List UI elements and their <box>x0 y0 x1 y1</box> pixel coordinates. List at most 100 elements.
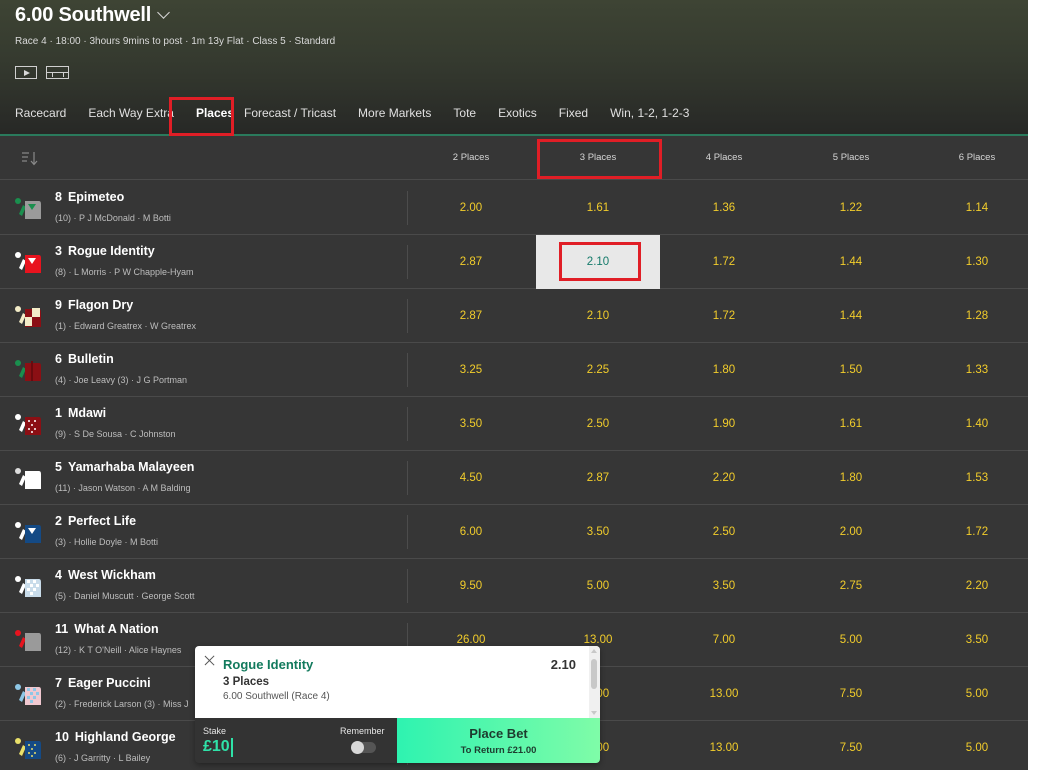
odds-button[interactable]: 2.20 <box>662 451 786 505</box>
tab-more-markets[interactable]: More Markets <box>358 106 431 120</box>
odds-button[interactable]: 1.44 <box>789 235 913 289</box>
tab-forecast-tricast[interactable]: Forecast / Tricast <box>244 106 336 120</box>
odds-button[interactable]: 5.00 <box>536 559 660 613</box>
runner-name[interactable]: 1 Mdawi <box>55 406 106 420</box>
odds-button[interactable]: 6.00 <box>409 505 533 559</box>
stake-input[interactable] <box>203 738 273 756</box>
odds-button[interactable]: 1.28 <box>915 289 1028 343</box>
odds-button[interactable]: 7.50 <box>789 721 913 770</box>
odds-button[interactable]: 2.87 <box>536 451 660 505</box>
odds-button[interactable]: 7.00 <box>662 613 786 667</box>
divider <box>407 407 408 441</box>
odds-button[interactable]: 1.14 <box>915 181 1028 235</box>
odds-button[interactable]: 1.80 <box>662 343 786 397</box>
odds-button[interactable]: 2.00 <box>409 181 533 235</box>
runner-name[interactable]: 10 Highland George <box>55 730 176 744</box>
scroll-up-icon[interactable] <box>591 649 597 653</box>
odds-button[interactable]: 1.50 <box>789 343 913 397</box>
odds-button[interactable]: 2.00 <box>789 505 913 559</box>
runner-number: 10 <box>55 730 69 744</box>
odds-button[interactable]: 5.00 <box>915 667 1028 721</box>
sort-icon[interactable] <box>21 150 39 166</box>
runner-name-text: Highland George <box>74 730 176 744</box>
runner-details: (10) · P J McDonald · M Botti <box>55 213 171 223</box>
runner-name[interactable]: 6 Bulletin <box>55 352 114 366</box>
odds-button[interactable]: 2.87 <box>409 289 533 343</box>
odds-button[interactable]: 2.10 <box>536 289 660 343</box>
odds-button[interactable]: 2.50 <box>536 397 660 451</box>
odds-button[interactable]: 1.30 <box>915 235 1028 289</box>
tab-places[interactable]: Places <box>196 106 234 120</box>
runner-name[interactable]: 2 Perfect Life <box>55 514 136 528</box>
jockey-silk-icon <box>14 304 42 328</box>
runner-number: 9 <box>55 298 62 312</box>
odds-button[interactable]: 1.40 <box>915 397 1028 451</box>
runner-name[interactable]: 4 West Wickham <box>55 568 156 582</box>
odds-button[interactable]: 1.72 <box>662 289 786 343</box>
race-title-dropdown[interactable]: 6.00 Southwell <box>15 4 171 27</box>
runner-name[interactable]: 9 Flagon Dry <box>55 298 133 312</box>
odds-button[interactable]: 1.72 <box>915 505 1028 559</box>
odds-button[interactable]: 2.10 <box>536 235 660 289</box>
race-track-icon[interactable] <box>46 66 69 79</box>
odds-button[interactable]: 1.53 <box>915 451 1028 505</box>
runner-name[interactable]: 3 Rogue Identity <box>55 244 155 258</box>
odds-button[interactable]: 2.50 <box>662 505 786 559</box>
tab-tote[interactable]: Tote <box>453 106 476 120</box>
odds-button[interactable]: 7.50 <box>789 667 913 721</box>
divider <box>407 191 408 225</box>
remember-toggle[interactable] <box>351 741 376 754</box>
odds-button[interactable]: 3.25 <box>409 343 533 397</box>
tab-fixed[interactable]: Fixed <box>559 106 588 120</box>
runner-row: 2 Perfect Life (3) · Hollie Doyle · M Bot… <box>0 505 1028 559</box>
odds-button[interactable]: 1.33 <box>915 343 1028 397</box>
odds-button[interactable]: 2.75 <box>789 559 913 613</box>
odds-button[interactable]: 1.72 <box>662 235 786 289</box>
odds-button[interactable]: 1.36 <box>662 181 786 235</box>
scroll-down-icon[interactable] <box>591 711 597 715</box>
runner-name-text: Flagon Dry <box>67 298 134 312</box>
odds-button[interactable]: 4.50 <box>409 451 533 505</box>
runner-name[interactable]: 11 What A Nation <box>55 622 159 636</box>
odds-button[interactable]: 13.00 <box>662 721 786 770</box>
tab-win-forecast[interactable]: Win, 1-2, 1-2-3 <box>610 106 689 120</box>
odds-button[interactable]: 3.50 <box>409 397 533 451</box>
odds-button[interactable]: 2.87 <box>409 235 533 289</box>
odds-button[interactable]: 3.50 <box>915 613 1028 667</box>
chevron-down-icon[interactable] <box>157 6 171 19</box>
odds-button[interactable]: 1.80 <box>789 451 913 505</box>
runner-name[interactable]: 5 Yamarhaba Malayeen <box>55 460 194 474</box>
market-tabs: Racecard Each Way Extra Places Forecast … <box>15 106 711 120</box>
odds-button[interactable]: 13.00 <box>662 667 786 721</box>
odds-button[interactable]: 1.61 <box>789 397 913 451</box>
odds-button[interactable]: 1.22 <box>789 181 913 235</box>
odds-button[interactable]: 5.00 <box>789 613 913 667</box>
tab-racecard[interactable]: Racecard <box>15 106 66 120</box>
runner-row: 9 Flagon Dry (1) · Edward Greatrex · W Gr… <box>0 289 1028 343</box>
odds-button[interactable]: 1.90 <box>662 397 786 451</box>
race-meta: Race 4 · 18:00 · 3hours 9mins to post · … <box>15 36 336 47</box>
runner-name-text: What A Nation <box>74 622 159 636</box>
play-video-icon[interactable] <box>15 66 37 79</box>
odds-button[interactable]: 1.44 <box>789 289 913 343</box>
odds-button[interactable]: 3.50 <box>536 505 660 559</box>
odds-button[interactable]: 2.20 <box>915 559 1028 613</box>
tab-each-way-extra[interactable]: Each Way Extra <box>88 106 174 120</box>
runner-name[interactable]: 7 Eager Puccini <box>55 676 151 690</box>
close-icon[interactable] <box>204 655 215 666</box>
runner-name[interactable]: 8 Epimeteo <box>55 190 124 204</box>
odds-button[interactable]: 9.50 <box>409 559 533 613</box>
odds-button[interactable]: 2.25 <box>536 343 660 397</box>
racecard-app: 6.00 Southwell Race 4 · 18:00 · 3hours 9… <box>0 0 1028 770</box>
tab-exotics[interactable]: Exotics <box>498 106 537 120</box>
odds-button[interactable]: 3.50 <box>662 559 786 613</box>
betslip-scrollbar[interactable] <box>589 646 600 718</box>
place-bet-button[interactable]: Place Bet To Return £21.00 <box>397 718 600 763</box>
odds-button[interactable]: 5.00 <box>915 721 1028 770</box>
runner-name-text: West Wickham <box>67 568 156 582</box>
odds-button[interactable]: 1.61 <box>536 181 660 235</box>
runner-row: 6 Bulletin (4) · Joe Leavy (3) · J G Port… <box>0 343 1028 397</box>
runner-details: (1) · Edward Greatrex · W Greatrex <box>55 321 197 331</box>
scroll-thumb[interactable] <box>591 659 597 689</box>
jockey-silk-icon <box>14 736 42 760</box>
